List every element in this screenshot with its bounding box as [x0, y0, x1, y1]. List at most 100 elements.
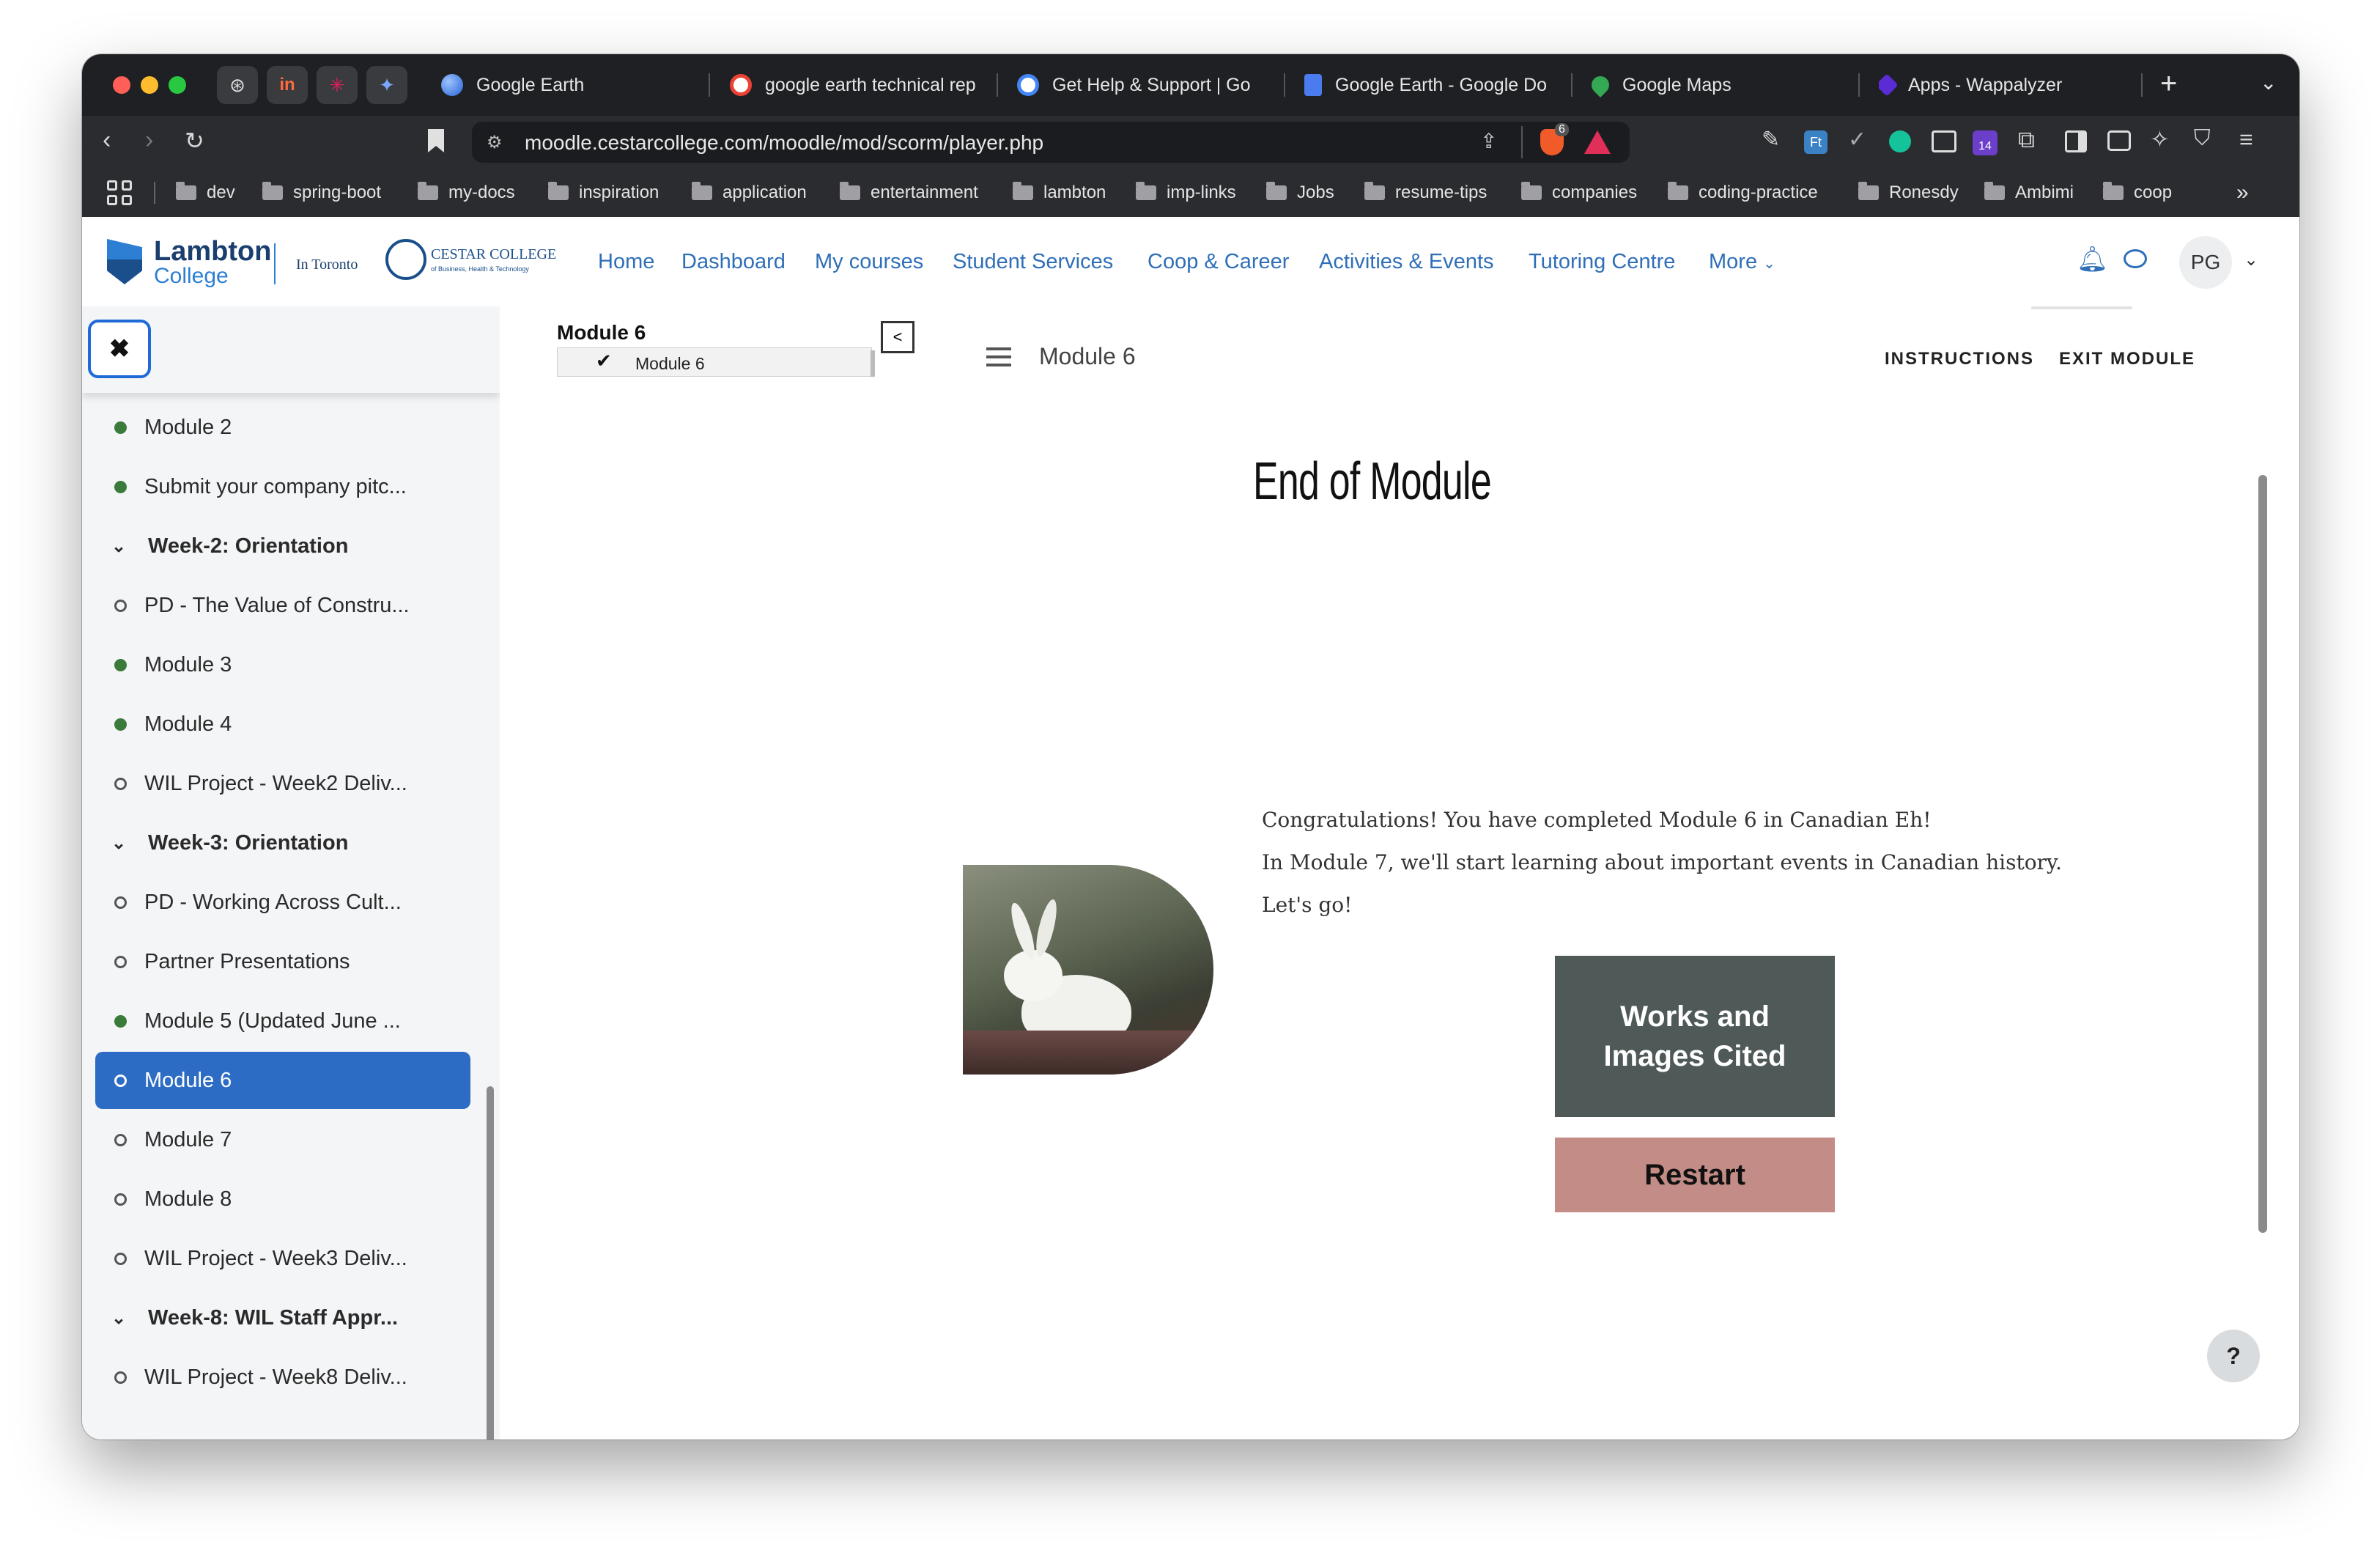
- url-text[interactable]: moodle.cestarcollege.com/moodle/mod/scor…: [525, 131, 1043, 155]
- nav-student-services[interactable]: Student Services: [953, 250, 1113, 274]
- bookmark-folder[interactable]: Ambimi: [1984, 180, 2074, 205]
- bookmark-folder[interactable]: application: [692, 180, 807, 205]
- apps-grid-icon[interactable]: [107, 180, 132, 205]
- hamburger-menu-icon[interactable]: [986, 347, 1011, 366]
- nav-my-courses[interactable]: My courses: [815, 250, 923, 274]
- invision-icon[interactable]: in: [267, 66, 308, 104]
- bookmark-folder[interactable]: coop: [2103, 180, 2172, 205]
- notification-bell-icon[interactable]: 🔔︎: [2077, 245, 2108, 274]
- course-index-item[interactable]: WIL Project - Week8 Deliv...: [95, 1349, 470, 1406]
- exit-module-link[interactable]: EXIT MODULE: [2059, 349, 2195, 369]
- course-index-item[interactable]: Submit your company pitc...: [95, 458, 470, 515]
- cestar-globe-logo[interactable]: [385, 239, 426, 280]
- bookmark-folder[interactable]: entertainment: [840, 180, 978, 205]
- content-scrollbar[interactable]: [2258, 475, 2267, 1233]
- course-index-item[interactable]: Partner Presentations: [95, 933, 470, 990]
- wallet-icon[interactable]: [2107, 130, 2131, 151]
- lambton-logo-text[interactable]: Lambton: [154, 236, 271, 268]
- bookmark-folder[interactable]: inspiration: [548, 180, 659, 205]
- site-info-icon[interactable]: ⚙: [487, 132, 503, 153]
- tab-google-earth[interactable]: Google Earth: [441, 63, 698, 107]
- course-index-item[interactable]: WIL Project - Week3 Deliv...: [95, 1230, 470, 1287]
- nav-tutoring-centre[interactable]: Tutoring Centre: [1529, 250, 1675, 274]
- extensions-puzzle-icon[interactable]: ⧉: [2018, 128, 2035, 151]
- nav-activities-events[interactable]: Activities & Events: [1319, 250, 1494, 274]
- course-index-item[interactable]: Module 4: [95, 696, 470, 753]
- course-index-item[interactable]: Module 7: [95, 1111, 470, 1168]
- close-window-button[interactable]: [113, 76, 130, 94]
- leo-ai-icon[interactable]: ✧: [2150, 128, 2170, 151]
- bookmark-folder[interactable]: companies: [1521, 180, 1637, 205]
- bookmark-folder[interactable]: imp-links: [1136, 180, 1236, 205]
- course-index-item[interactable]: PD - Working Across Cult...: [95, 874, 470, 931]
- works-cited-button[interactable]: Works and Images Cited: [1555, 956, 1835, 1117]
- openai-icon[interactable]: ⊛: [217, 66, 258, 104]
- tab-google-docs[interactable]: Google Earth - Google Do: [1304, 63, 1561, 107]
- nav-home[interactable]: Home: [598, 250, 654, 274]
- course-index-item[interactable]: Module 3: [95, 636, 470, 693]
- chevron-down-icon[interactable]: ⌄: [111, 833, 133, 854]
- back-icon[interactable]: ‹: [103, 128, 111, 152]
- bookmark-folder[interactable]: spring-boot: [262, 180, 381, 205]
- drawer-scrollbar[interactable]: [487, 1086, 494, 1440]
- lambton-shield-logo[interactable]: [107, 239, 142, 284]
- bookmarks-overflow-button[interactable]: »: [2236, 180, 2249, 205]
- course-index-section[interactable]: ⌄ Week-8: WIL Staff Appr...: [95, 1289, 470, 1346]
- user-avatar[interactable]: PG: [2179, 236, 2232, 289]
- bookmark-folder[interactable]: Ronesdy: [1858, 180, 1959, 205]
- check-circle-icon[interactable]: ✓: [1848, 129, 1866, 151]
- brave-rewards-icon[interactable]: [1584, 130, 1611, 154]
- nav-more[interactable]: More ⌄: [1709, 250, 1775, 274]
- grammarly-icon[interactable]: [1889, 130, 1911, 152]
- user-menu-chevron-icon[interactable]: ⌄: [2244, 249, 2258, 270]
- tab-manager-icon[interactable]: [1932, 130, 1956, 152]
- toc-scrollbar[interactable]: [871, 350, 875, 377]
- course-index-item[interactable]: Module 2: [95, 399, 470, 456]
- eyedropper-icon[interactable]: ✎: [1762, 129, 1780, 151]
- new-tab-button[interactable]: +: [2160, 67, 2177, 100]
- bookmark-folder[interactable]: dev: [176, 180, 235, 205]
- close-drawer-button[interactable]: ✖: [88, 320, 151, 378]
- help-button[interactable]: ?: [2207, 1330, 2260, 1382]
- reload-icon[interactable]: ↻: [185, 129, 204, 152]
- chevron-down-icon[interactable]: ⌄: [111, 536, 133, 557]
- menu-icon[interactable]: ≡: [2239, 128, 2253, 151]
- slack-icon[interactable]: ✳: [317, 66, 358, 104]
- bookmark-folder[interactable]: lambton: [1013, 180, 1106, 205]
- course-index-section[interactable]: ⌄ Week-3: Orientation: [95, 814, 470, 871]
- fontsninja-icon[interactable]: Ft: [1804, 130, 1828, 154]
- bookmark-folder[interactable]: my-docs: [418, 180, 515, 205]
- course-index-item[interactable]: Module 5 (Updated June ...: [95, 992, 470, 1050]
- maximize-window-button[interactable]: [169, 76, 186, 94]
- chevron-down-icon[interactable]: ⌄: [111, 1308, 133, 1329]
- tab-wappalyzer[interactable]: Apps - Wappalyzer: [1879, 63, 2128, 107]
- course-index-item-active[interactable]: Module 6: [95, 1052, 470, 1109]
- tab-list-chevron-icon[interactable]: ⌄: [2260, 70, 2277, 95]
- bookmark-folder[interactable]: resume-tips: [1364, 180, 1487, 205]
- sidebar-icon[interactable]: [2065, 130, 2087, 152]
- nav-coop-career[interactable]: Coop & Career: [1148, 250, 1289, 274]
- restart-button[interactable]: Restart: [1555, 1138, 1835, 1212]
- nav-dashboard[interactable]: Dashboard: [681, 250, 786, 274]
- instructions-link[interactable]: INSTRUCTIONS: [1885, 349, 2034, 369]
- toc-toggle-button[interactable]: <: [881, 321, 914, 353]
- tab-get-help[interactable]: Get Help & Support | Go: [1017, 63, 1274, 107]
- tab-google-maps[interactable]: Google Maps: [1592, 63, 1848, 107]
- course-index-item[interactable]: Module 8: [95, 1171, 470, 1228]
- vpn-shield-icon[interactable]: ⛉: [2194, 128, 2211, 150]
- bookmark-folder[interactable]: coding-practice: [1668, 180, 1818, 205]
- forward-icon[interactable]: ›: [145, 128, 153, 152]
- bookmark-icon[interactable]: [428, 129, 444, 152]
- messages-icon[interactable]: [2124, 249, 2147, 268]
- minimize-window-button[interactable]: [141, 76, 158, 94]
- course-index-item[interactable]: WIL Project - Week2 Deliv...: [95, 755, 470, 812]
- toc-item[interactable]: ✔ Module 6: [557, 347, 872, 377]
- course-index-item[interactable]: PD - The Value of Constru...: [95, 577, 470, 634]
- address-bar[interactable]: ⚙ moodle.cestarcollege.com/moodle/mod/sc…: [472, 122, 1630, 163]
- gemini-icon[interactable]: ✦: [366, 66, 407, 104]
- share-icon[interactable]: ⇪: [1480, 129, 1497, 153]
- bookmark-folder[interactable]: Jobs: [1266, 180, 1334, 205]
- course-index-section[interactable]: ⌄ Week-2: Orientation: [95, 517, 470, 575]
- extension-counter-icon[interactable]: 14: [1973, 130, 1998, 155]
- tab-google-earth-technical[interactable]: google earth technical rep: [730, 63, 986, 107]
